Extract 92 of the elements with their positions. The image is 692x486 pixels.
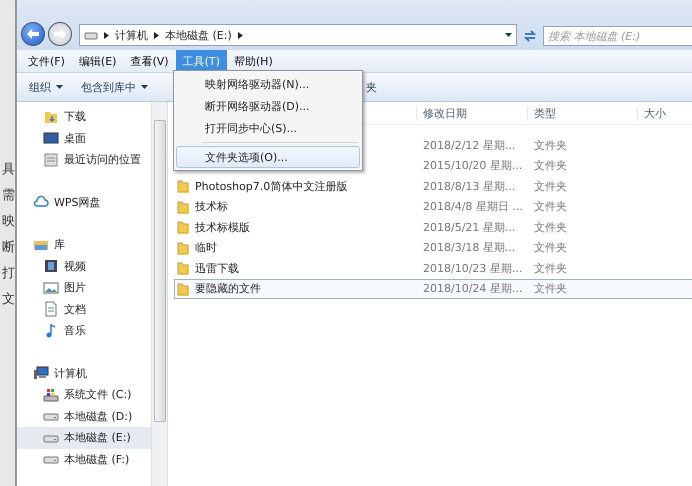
- folder-icon: [177, 282, 189, 296]
- search-field[interactable]: 搜索 本地磁盘 (E:): [543, 26, 692, 46]
- date-cell-text: 2015/10/20 星期...: [422, 158, 524, 174]
- nav-item[interactable]: 最近访问的位置: [17, 149, 151, 170]
- computer-icon: [33, 365, 49, 382]
- forward-arrow-icon: [54, 29, 66, 39]
- back-arrow-icon: [27, 29, 39, 39]
- file-row[interactable]: 迅雷下载 2018/10/23 星期... 文件夹: [174, 258, 692, 278]
- caret-icon: [56, 85, 63, 89]
- picture-icon: [43, 280, 59, 296]
- file-row[interactable]: 临时 2018/3/18 星期... 文件夹: [174, 238, 692, 258]
- file-name: 临时: [195, 240, 217, 256]
- background-window-text: 文: [1, 291, 15, 308]
- scrollbar[interactable]: [151, 102, 167, 486]
- caret-icon: [141, 85, 148, 89]
- nav-item[interactable]: 库: [17, 234, 151, 256]
- address-bar[interactable]: 计算机 本地磁盘 (E:): [79, 24, 517, 46]
- type-cell-text: 文件夹: [533, 199, 568, 214]
- nav-item[interactable]: 视频: [17, 256, 151, 277]
- nav-item[interactable]: 系统文件 (C:): [17, 384, 151, 406]
- drive-icon: [84, 30, 98, 40]
- breadcrumb-arrow-icon: [238, 32, 243, 38]
- date-cell-text: 2018/8/13 星期...: [422, 178, 516, 194]
- nav-item[interactable]: 本地磁盘 (E:): [17, 427, 151, 448]
- type-cell-text: 文件夹: [533, 260, 568, 276]
- nav-item[interactable]: 音乐: [17, 320, 151, 342]
- caret-icon: [505, 33, 512, 37]
- breadcrumb[interactable]: 本地磁盘 (E:): [165, 28, 232, 42]
- dropdown-menu-item[interactable]: 文件夹选项(O)...: [176, 146, 360, 168]
- background-window-text: 需: [1, 187, 15, 204]
- nav-item[interactable]: 下载: [17, 106, 151, 128]
- file-row[interactable]: 技术标模版 2018/5/21 星期... 文件夹: [174, 217, 692, 238]
- date-cell-text: 2018/4/8 星期日 ...: [422, 199, 524, 214]
- nav-item[interactable]: 本地磁盘 (D:): [17, 406, 151, 427]
- type-cell-text: 文件夹: [533, 220, 568, 235]
- back-button[interactable]: [21, 22, 45, 46]
- column-header[interactable]: 修改日期: [416, 106, 527, 120]
- breadcrumb[interactable]: 计算机: [115, 28, 148, 42]
- film-icon: [43, 258, 59, 274]
- folder-icon: [177, 179, 189, 194]
- file-row[interactable]: Photoshop7.0简体中文注册版 2018/8/13 星期... 文件夹: [174, 176, 692, 196]
- type-cell-text: 文件夹: [533, 138, 568, 153]
- type-cell-text: 文件夹: [533, 158, 568, 174]
- type-cell-text: 文件夹: [533, 281, 568, 296]
- forward-button[interactable]: [48, 22, 72, 46]
- scrollbar-thumb[interactable]: [154, 120, 166, 422]
- date-cell-text: 2018/3/18 星期...: [422, 240, 516, 256]
- date-cell-text: 2018/2/12 星期...: [422, 138, 516, 153]
- background-window-text: 打: [1, 265, 15, 282]
- column-header[interactable]: 类型: [527, 106, 637, 120]
- file-name: 要隐藏的文件: [195, 281, 261, 296]
- date-cell-text: 2018/5/21 星期...: [422, 220, 516, 235]
- date-cell-text: 2018/10/24 星期...: [422, 281, 524, 296]
- background-window-text: 映: [1, 213, 15, 230]
- folder-icon: [177, 240, 189, 255]
- nav-item[interactable]: 本地磁盘 (F:): [17, 448, 151, 470]
- monitor-icon: [43, 130, 59, 146]
- nav-item[interactable]: 计算机: [17, 362, 151, 384]
- menu-item[interactable]: 帮助(H): [226, 50, 280, 72]
- file-name: Photoshop7.0简体中文注册版: [195, 178, 348, 194]
- toolbar-button[interactable]: 包含到库中: [81, 80, 148, 94]
- menu-item[interactable]: 文件(F): [21, 50, 72, 72]
- column-header[interactable]: 大小: [637, 106, 692, 120]
- nav-item[interactable]: 文档: [17, 298, 151, 320]
- dropdown-menu-item[interactable]: 映射网络驱动器(N)...: [176, 73, 360, 95]
- background-window-text: 断: [1, 239, 15, 256]
- file-row[interactable]: 要隐藏的文件 2018/10/24 星期... 文件夹: [174, 278, 692, 299]
- folder-icon: [177, 200, 189, 214]
- nav-item[interactable]: 桌面: [17, 128, 151, 149]
- recent-places-icon: [43, 152, 59, 168]
- system-drive-icon: [43, 386, 59, 403]
- dropdown-menu-item[interactable]: 断开网络驱动器(D)...: [176, 95, 360, 117]
- menu-item[interactable]: 查看(V): [123, 50, 176, 72]
- type-cell-text: 文件夹: [533, 240, 568, 256]
- file-row[interactable]: 技术标 2018/4/8 星期日 ... 文件夹: [174, 196, 692, 217]
- document-icon: [43, 301, 59, 318]
- dropdown-menu-item[interactable]: 打开同步中心(S)...: [176, 117, 360, 139]
- file-name: 技术标: [195, 199, 228, 214]
- nav-item[interactable]: WPS网盘: [17, 192, 151, 213]
- folder-icon: [177, 220, 189, 234]
- toolbar-button[interactable]: 夹: [366, 80, 377, 94]
- folder-icon: [177, 261, 189, 276]
- menu-item[interactable]: 编辑(E): [72, 50, 124, 72]
- file-name: 迅雷下载: [195, 260, 239, 276]
- file-name: 技术标模版: [195, 220, 250, 235]
- breadcrumb-arrow-icon: [154, 32, 159, 38]
- toolbar-button[interactable]: 组织: [29, 80, 63, 94]
- background-window-text: 具: [1, 161, 15, 178]
- date-cell-text: 2018/10/23 星期...: [422, 260, 524, 276]
- breadcrumb-arrow-icon: [104, 32, 109, 38]
- nav-item[interactable]: 图片: [17, 277, 151, 298]
- type-cell-text: 文件夹: [533, 178, 568, 194]
